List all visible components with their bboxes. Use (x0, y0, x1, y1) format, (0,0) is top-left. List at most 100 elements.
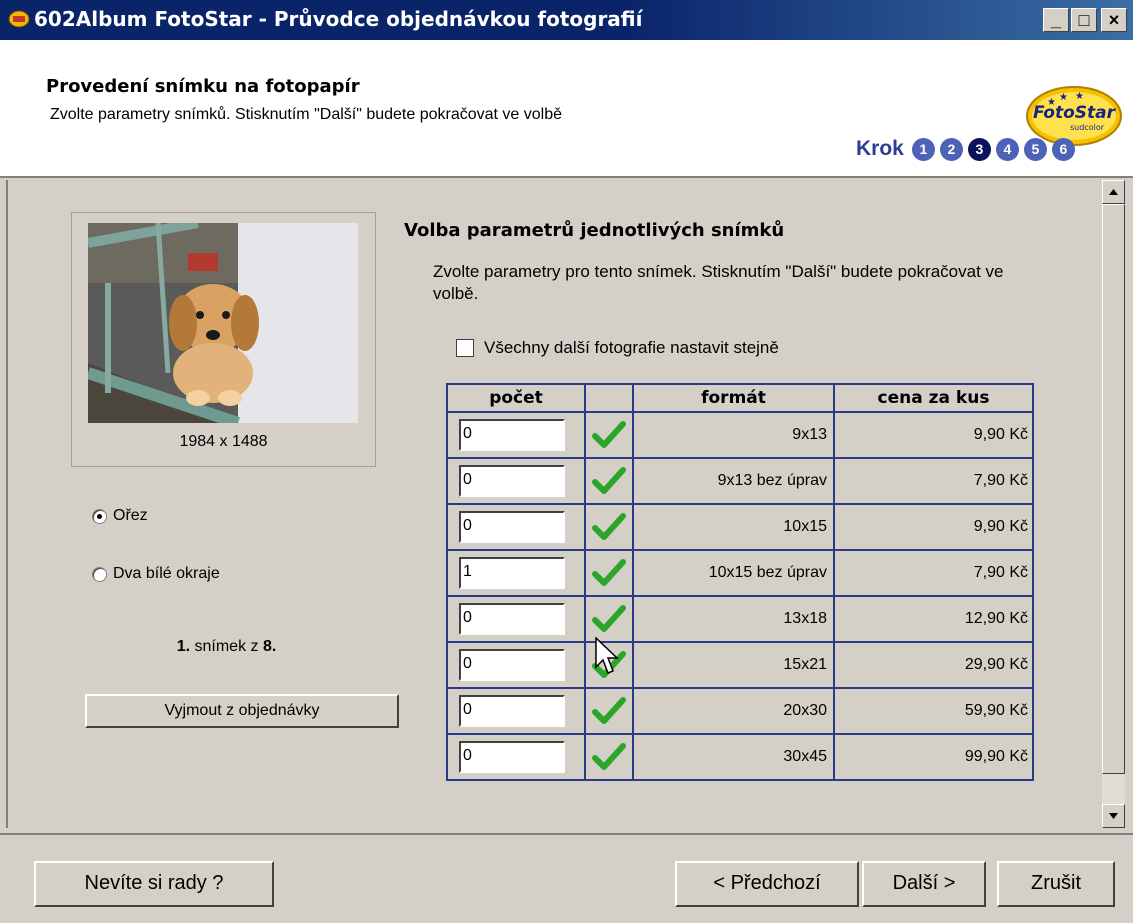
same-for-all-label: Všechny další fotografie nastavit stejně (484, 338, 779, 357)
logo-subtext: sudcolor (1070, 123, 1105, 132)
wizard-window: 602Album FotoStar - Průvodce objednávkou… (0, 0, 1133, 923)
quantity-cell: 0 (446, 733, 586, 781)
section-title: Volba parametrů jednotlivých snímků (404, 220, 785, 241)
quantity-cell: 0 (446, 687, 586, 735)
quantity-cell: 0 (446, 595, 586, 643)
photo-counter: 1. snímek z 8. (74, 638, 379, 656)
table-row: 0 20x30 59,90 Kč (446, 687, 1034, 735)
quantity-input[interactable]: 0 (459, 603, 565, 635)
price-cell: 7,90 Kč (833, 549, 1034, 597)
svg-text:★: ★ (1059, 92, 1068, 103)
table-header-row: počet formát cena za kus (446, 383, 1034, 413)
previous-button[interactable]: < Předchozí (675, 861, 859, 907)
checkmark-icon (592, 605, 626, 632)
close-icon: × (1108, 10, 1120, 30)
format-table: počet formát cena za kus 0 9x13 9,90 Kč 0 9x… (446, 383, 1034, 781)
step-label: Krok (856, 137, 904, 160)
check-cell (584, 411, 634, 459)
checkmark-icon (592, 513, 626, 540)
step-3-current: 3 (967, 137, 991, 161)
maximize-button[interactable]: □ (1071, 8, 1097, 32)
check-cell (584, 457, 634, 505)
scroll-down-button[interactable] (1102, 804, 1125, 828)
scrollbar-thumb[interactable] (1102, 204, 1125, 774)
mouse-cursor-icon (595, 637, 619, 674)
image-dimensions: 1984 x 1488 (179, 433, 268, 450)
current-photo-number: 1. (176, 638, 191, 655)
next-button[interactable]: Další > (862, 861, 986, 907)
help-button[interactable]: Nevíte si rady ? (34, 861, 274, 907)
radio-white-borders-button[interactable] (92, 566, 107, 582)
price-cell: 59,90 Kč (833, 687, 1034, 735)
step-6: 6 (1051, 137, 1075, 161)
wizard-footer: Nevíte si rady ? < Předchozí Další > Zru… (0, 833, 1133, 923)
arrow-down-icon (1109, 813, 1118, 819)
cancel-button[interactable]: Zrušit (997, 861, 1115, 907)
table-row: 0 30x45 99,90 Kč (446, 733, 1034, 781)
check-cell (584, 687, 634, 735)
radio-crop-button[interactable] (92, 508, 107, 524)
title-bar[interactable]: 602Album FotoStar - Průvodce objednávkou… (0, 0, 1133, 40)
main-panel: 1984 x 1488 Ořez Dva bílé okraje 1. sním… (6, 180, 1125, 828)
checkmark-icon (592, 743, 626, 770)
checkmark-icon (592, 697, 626, 724)
page-subtitle: Zvolte parametry snímků. Stisknutím "Dal… (50, 106, 563, 123)
photo-thumbnail (88, 223, 358, 423)
format-cell: 10x15 bez úprav (632, 549, 835, 597)
format-cell: 20x30 (632, 687, 835, 735)
table-row: 0 10x15 9,90 Kč (446, 503, 1034, 551)
close-button[interactable]: × (1101, 8, 1127, 32)
format-cell: 15x21 (632, 641, 835, 689)
scroll-up-button[interactable] (1102, 180, 1125, 204)
format-cell: 13x18 (632, 595, 835, 643)
window-title: 602Album FotoStar - Průvodce objednávkou… (34, 7, 643, 31)
quantity-input[interactable]: 1 (459, 557, 565, 589)
check-cell (584, 595, 634, 643)
total-photo-count: 8. (262, 638, 277, 655)
check-cell (584, 733, 634, 781)
price-cell: 29,90 Kč (833, 641, 1034, 689)
same-for-all-checkbox[interactable] (456, 339, 474, 357)
price-cell: 12,90 Kč (833, 595, 1034, 643)
price-cell: 9,90 Kč (833, 503, 1034, 551)
format-cell: 9x13 (632, 411, 835, 459)
remove-from-order-button[interactable]: Vyjmout z objednávky (85, 694, 399, 728)
price-cell: 9,90 Kč (833, 411, 1034, 459)
quantity-cell: 0 (446, 411, 586, 459)
vertical-scrollbar[interactable] (1102, 180, 1125, 828)
minimize-button[interactable]: _ (1043, 8, 1069, 32)
table-row: 0 15x21 29,90 Kč (446, 641, 1034, 689)
logo-text: FotoStar (1033, 103, 1117, 123)
price-cell: 99,90 Kč (833, 733, 1034, 781)
step-2: 2 (939, 137, 963, 161)
header-format: formát (632, 383, 835, 413)
radio-crop[interactable]: Ořez (92, 507, 148, 525)
check-cell (584, 503, 634, 551)
svg-text:★: ★ (1047, 97, 1056, 108)
page-title: Provedení snímku na fotopapír (46, 76, 360, 97)
checkmark-icon (592, 559, 626, 586)
quantity-input[interactable]: 0 (459, 649, 565, 681)
quantity-input[interactable]: 0 (459, 511, 565, 543)
quantity-input[interactable]: 0 (459, 741, 565, 773)
radio-white-borders-label: Dva bílé okraje (113, 565, 220, 582)
arrow-up-icon (1109, 189, 1118, 195)
price-cell: 7,90 Kč (833, 457, 1034, 505)
section-description: Zvolte parametry pro tento snímek. Stisk… (433, 262, 1004, 303)
quantity-cell: 0 (446, 457, 586, 505)
same-for-all-option[interactable]: Všechny další fotografie nastavit stejně (456, 338, 779, 358)
format-cell: 10x15 (632, 503, 835, 551)
quantity-input[interactable]: 0 (459, 419, 565, 451)
quantity-cell: 0 (446, 503, 586, 551)
table-row: 0 9x13 bez úprav 7,90 Kč (446, 457, 1034, 505)
quantity-input[interactable]: 0 (459, 695, 565, 727)
radio-selected-dot (97, 513, 102, 519)
checkmark-icon (592, 467, 626, 494)
quantity-input[interactable]: 0 (459, 465, 565, 497)
step-indicator: Krok 1 2 3 4 5 6 (856, 135, 1080, 163)
radio-white-borders[interactable]: Dva bílé okraje (92, 565, 220, 583)
quantity-cell: 0 (446, 641, 586, 689)
step-1: 1 (911, 137, 935, 161)
header-quantity: počet (446, 383, 586, 413)
checkmark-icon (592, 421, 626, 448)
